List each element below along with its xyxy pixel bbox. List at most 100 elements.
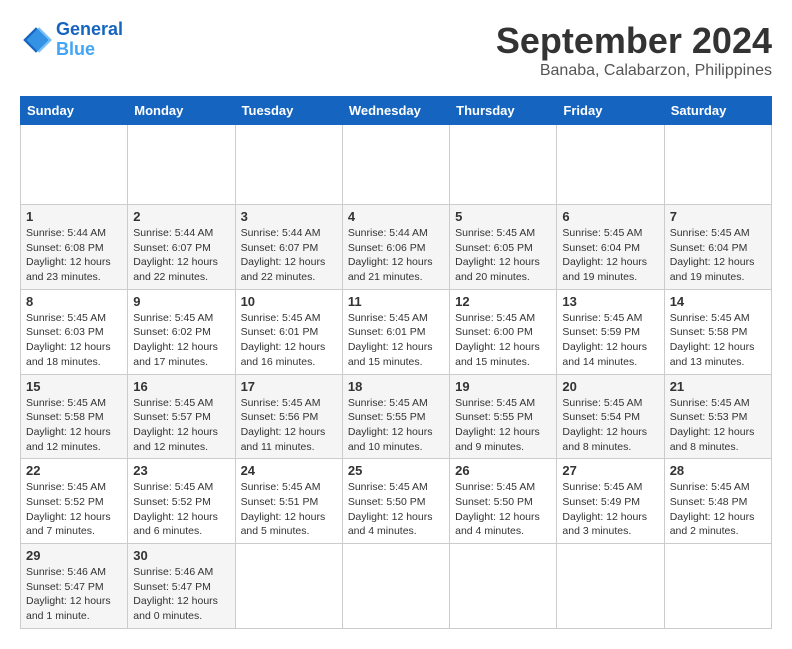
day-info: Sunrise: 5:45 AMSunset: 6:03 PMDaylight:… — [26, 311, 122, 370]
weekday-header-sunday: Sunday — [21, 97, 128, 125]
day-info: Sunrise: 5:45 AMSunset: 5:55 PMDaylight:… — [348, 396, 444, 455]
calendar-cell: 11 Sunrise: 5:45 AMSunset: 6:01 PMDayligh… — [342, 289, 449, 374]
calendar-week-row: 1 Sunrise: 5:44 AMSunset: 6:08 PMDaylight… — [21, 205, 772, 290]
calendar-cell: 3 Sunrise: 5:44 AMSunset: 6:07 PMDaylight… — [235, 205, 342, 290]
day-info: Sunrise: 5:45 AMSunset: 5:58 PMDaylight:… — [670, 311, 766, 370]
day-number: 18 — [348, 379, 444, 394]
calendar-cell: 21Sunrise: 5:45 AMSunset: 5:53 PMDayligh… — [664, 374, 771, 459]
calendar-week-row: 29Sunrise: 5:46 AMSunset: 5:47 PMDayligh… — [21, 544, 772, 629]
weekday-header-monday: Monday — [128, 97, 235, 125]
day-number: 11 — [348, 294, 444, 309]
day-number: 13 — [562, 294, 658, 309]
day-number: 5 — [455, 209, 551, 224]
calendar-cell: 30Sunrise: 5:46 AMSunset: 5:47 PMDayligh… — [128, 544, 235, 629]
calendar-cell: 9Sunrise: 5:45 AMSunset: 6:02 PMDaylight… — [128, 289, 235, 374]
day-info: Sunrise: 5:44 AMSunset: 6:07 PMDaylight:… — [133, 226, 229, 285]
location-subtitle: Banaba, Calabarzon, Philippines — [496, 62, 772, 80]
weekday-header-wednesday: Wednesday — [342, 97, 449, 125]
day-number: 4 — [348, 209, 444, 224]
calendar-table: SundayMondayTuesdayWednesdayThursdayFrid… — [20, 96, 772, 629]
day-number: 30 — [133, 548, 229, 563]
day-number: 16 — [133, 379, 229, 394]
day-info: Sunrise: 5:45 AMSunset: 5:56 PMDaylight:… — [241, 396, 337, 455]
day-info: Sunrise: 5:45 AMSunset: 5:52 PMDaylight:… — [26, 480, 122, 539]
day-info: Sunrise: 5:44 AMSunset: 6:06 PMDaylight:… — [348, 226, 444, 285]
calendar-cell — [235, 125, 342, 205]
calendar-cell: 8 Sunrise: 5:45 AMSunset: 6:03 PMDaylight… — [21, 289, 128, 374]
calendar-cell: 2 Sunrise: 5:44 AMSunset: 6:07 PMDaylight… — [128, 205, 235, 290]
day-info: Sunrise: 5:45 AMSunset: 6:04 PMDaylight:… — [670, 226, 766, 285]
day-number: 28 — [670, 463, 766, 478]
calendar-cell: 1 Sunrise: 5:44 AMSunset: 6:08 PMDaylight… — [21, 205, 128, 290]
day-info: Sunrise: 5:45 AMSunset: 6:00 PMDaylight:… — [455, 311, 551, 370]
calendar-cell — [128, 125, 235, 205]
month-year-title: September 2024 — [496, 20, 772, 62]
calendar-cell: 19Sunrise: 5:45 AMSunset: 5:55 PMDayligh… — [450, 374, 557, 459]
day-info: Sunrise: 5:45 AMSunset: 5:49 PMDaylight:… — [562, 480, 658, 539]
calendar-cell: 7 Sunrise: 5:45 AMSunset: 6:04 PMDaylight… — [664, 205, 771, 290]
day-number: 3 — [241, 209, 337, 224]
calendar-cell: 4 Sunrise: 5:44 AMSunset: 6:06 PMDaylight… — [342, 205, 449, 290]
day-info: Sunrise: 5:45 AMSunset: 5:50 PMDaylight:… — [348, 480, 444, 539]
calendar-cell: 14 Sunrise: 5:45 AMSunset: 5:58 PMDayligh… — [664, 289, 771, 374]
page-header: General Blue September 2024 Banaba, Cala… — [20, 20, 772, 80]
calendar-cell: 17 Sunrise: 5:45 AMSunset: 5:56 PMDayligh… — [235, 374, 342, 459]
day-number: 22 — [26, 463, 122, 478]
weekday-header-tuesday: Tuesday — [235, 97, 342, 125]
calendar-cell: 23 Sunrise: 5:45 AMSunset: 5:52 PMDayligh… — [128, 459, 235, 544]
calendar-cell: 18 Sunrise: 5:45 AMSunset: 5:55 PMDayligh… — [342, 374, 449, 459]
weekday-header-row: SundayMondayTuesdayWednesdayThursdayFrid… — [21, 97, 772, 125]
calendar-cell: 16Sunrise: 5:45 AMSunset: 5:57 PMDayligh… — [128, 374, 235, 459]
weekday-header-saturday: Saturday — [664, 97, 771, 125]
day-info: Sunrise: 5:45 AMSunset: 5:50 PMDaylight:… — [455, 480, 551, 539]
calendar-week-row: 15Sunrise: 5:45 AMSunset: 5:58 PMDayligh… — [21, 374, 772, 459]
calendar-cell: 28 Sunrise: 5:45 AMSunset: 5:48 PMDayligh… — [664, 459, 771, 544]
calendar-cell — [557, 544, 664, 629]
day-number: 27 — [562, 463, 658, 478]
day-number: 6 — [562, 209, 658, 224]
calendar-cell: 20Sunrise: 5:45 AMSunset: 5:54 PMDayligh… — [557, 374, 664, 459]
calendar-cell: 13 Sunrise: 5:45 AMSunset: 5:59 PMDayligh… — [557, 289, 664, 374]
day-info: Sunrise: 5:46 AMSunset: 5:47 PMDaylight:… — [26, 565, 122, 624]
day-info: Sunrise: 5:45 AMSunset: 5:59 PMDaylight:… — [562, 311, 658, 370]
day-number: 25 — [348, 463, 444, 478]
day-info: Sunrise: 5:44 AMSunset: 6:07 PMDaylight:… — [241, 226, 337, 285]
day-number: 15 — [26, 379, 122, 394]
calendar-cell — [342, 125, 449, 205]
day-info: Sunrise: 5:45 AMSunset: 6:05 PMDaylight:… — [455, 226, 551, 285]
day-number: 7 — [670, 209, 766, 224]
day-number: 2 — [133, 209, 229, 224]
day-number: 17 — [241, 379, 337, 394]
day-info: Sunrise: 5:45 AMSunset: 6:01 PMDaylight:… — [348, 311, 444, 370]
day-info: Sunrise: 5:45 AMSunset: 6:04 PMDaylight:… — [562, 226, 658, 285]
logo-icon — [20, 24, 52, 56]
day-number: 1 — [26, 209, 122, 224]
logo-text: General Blue — [56, 20, 123, 60]
day-info: Sunrise: 5:45 AMSunset: 5:52 PMDaylight:… — [133, 480, 229, 539]
day-number: 21 — [670, 379, 766, 394]
day-number: 14 — [670, 294, 766, 309]
day-number: 26 — [455, 463, 551, 478]
day-number: 12 — [455, 294, 551, 309]
calendar-cell: 29Sunrise: 5:46 AMSunset: 5:47 PMDayligh… — [21, 544, 128, 629]
calendar-cell: 15Sunrise: 5:45 AMSunset: 5:58 PMDayligh… — [21, 374, 128, 459]
calendar-cell: 5 Sunrise: 5:45 AMSunset: 6:05 PMDaylight… — [450, 205, 557, 290]
day-number: 8 — [26, 294, 122, 309]
calendar-cell — [450, 125, 557, 205]
calendar-cell: 22 Sunrise: 5:45 AMSunset: 5:52 PMDayligh… — [21, 459, 128, 544]
day-number: 10 — [241, 294, 337, 309]
calendar-cell — [664, 544, 771, 629]
weekday-header-friday: Friday — [557, 97, 664, 125]
calendar-week-row: 22 Sunrise: 5:45 AMSunset: 5:52 PMDayligh… — [21, 459, 772, 544]
day-number: 23 — [133, 463, 229, 478]
calendar-week-row — [21, 125, 772, 205]
calendar-cell: 24Sunrise: 5:45 AMSunset: 5:51 PMDayligh… — [235, 459, 342, 544]
day-number: 19 — [455, 379, 551, 394]
calendar-cell: 12 Sunrise: 5:45 AMSunset: 6:00 PMDayligh… — [450, 289, 557, 374]
day-number: 9 — [133, 294, 229, 309]
calendar-cell: 27 Sunrise: 5:45 AMSunset: 5:49 PMDayligh… — [557, 459, 664, 544]
calendar-cell: 26 Sunrise: 5:45 AMSunset: 5:50 PMDayligh… — [450, 459, 557, 544]
day-info: Sunrise: 5:44 AMSunset: 6:08 PMDaylight:… — [26, 226, 122, 285]
calendar-cell — [235, 544, 342, 629]
day-info: Sunrise: 5:45 AMSunset: 5:48 PMDaylight:… — [670, 480, 766, 539]
